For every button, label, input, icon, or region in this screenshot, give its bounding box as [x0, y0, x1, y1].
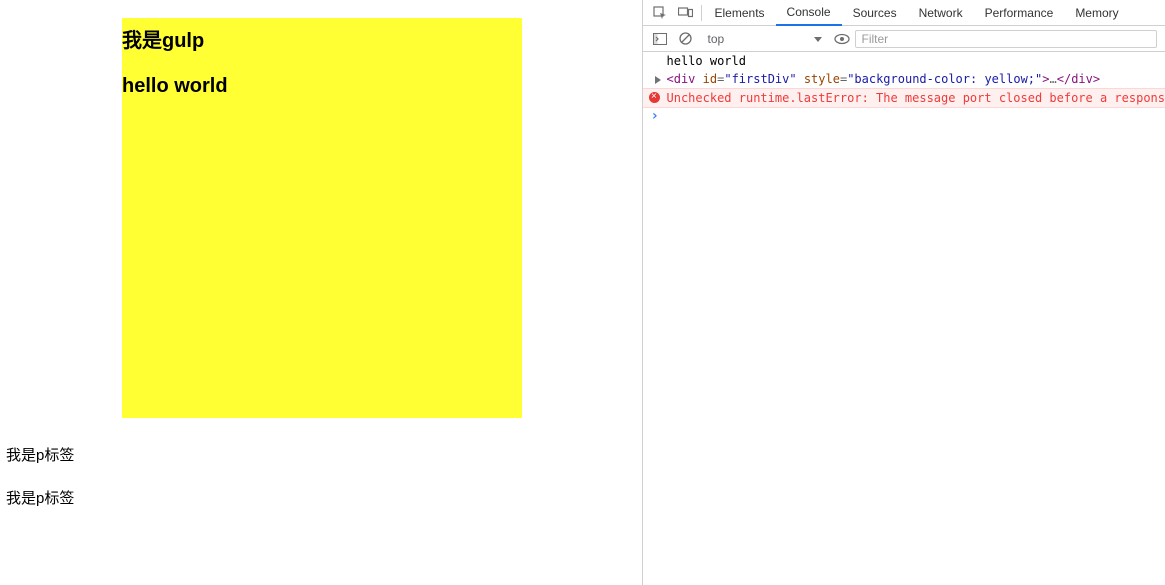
console-log-text[interactable]: hello world [643, 52, 1165, 70]
tok-close-close: > [1093, 72, 1100, 86]
clear-console-icon[interactable] [673, 26, 699, 52]
devtools-tabs: Elements Console Sources Network Perform… [643, 0, 1165, 26]
tok-open-close: </ [1057, 72, 1071, 86]
tok-open-angle: < [667, 72, 674, 86]
tok-tag-close: div [1071, 72, 1093, 86]
tab-performance[interactable]: Performance [974, 0, 1065, 26]
tok-close-open: > [1042, 72, 1049, 86]
console-sidebar-toggle-icon[interactable] [647, 26, 673, 52]
first-div: 我是gulp hello world [122, 18, 522, 418]
tab-sources[interactable]: Sources [842, 0, 908, 26]
page-viewport: 我是gulp hello world 我是p标签 我是p标签 [0, 0, 642, 585]
tab-console[interactable]: Console [776, 0, 842, 26]
tab-memory[interactable]: Memory [1064, 0, 1129, 26]
heading-hello: hello world [122, 75, 522, 98]
console-error[interactable]: Unchecked runtime.lastError: The message… [643, 88, 1165, 108]
tok-attr-id: id [703, 72, 717, 86]
inspect-icon[interactable] [647, 0, 673, 26]
tok-tag-open: div [674, 72, 696, 86]
live-expression-icon[interactable] [829, 26, 855, 52]
tok-attr-style-val: "background-color: yellow;" [847, 72, 1042, 86]
device-toggle-icon[interactable] [673, 0, 699, 26]
p-tag-1: 我是p标签 [6, 444, 74, 465]
console-filter-input[interactable] [855, 30, 1158, 48]
tab-elements[interactable]: Elements [704, 0, 776, 26]
console-output: hello world <div id="firstDiv" style="ba… [643, 52, 1165, 585]
p-tag-2: 我是p标签 [6, 487, 74, 508]
p-tag-group: 我是p标签 我是p标签 [6, 436, 74, 530]
tab-network[interactable]: Network [908, 0, 974, 26]
execution-context-selector[interactable]: top [699, 29, 829, 49]
tok-ellipsis: … [1050, 72, 1057, 86]
console-prompt[interactable] [643, 108, 1165, 112]
console-log-element[interactable]: <div id="firstDiv" style="background-col… [643, 70, 1165, 88]
tok-attr-style: style [804, 72, 840, 86]
console-toolbar: top [643, 26, 1165, 52]
tok-attr-id-val: "firstDiv" [724, 72, 796, 86]
tab-separator [701, 5, 702, 21]
execution-context-label: top [708, 32, 725, 46]
devtools-panel: Elements Console Sources Network Perform… [642, 0, 1165, 585]
heading-gulp: 我是gulp [122, 24, 522, 53]
